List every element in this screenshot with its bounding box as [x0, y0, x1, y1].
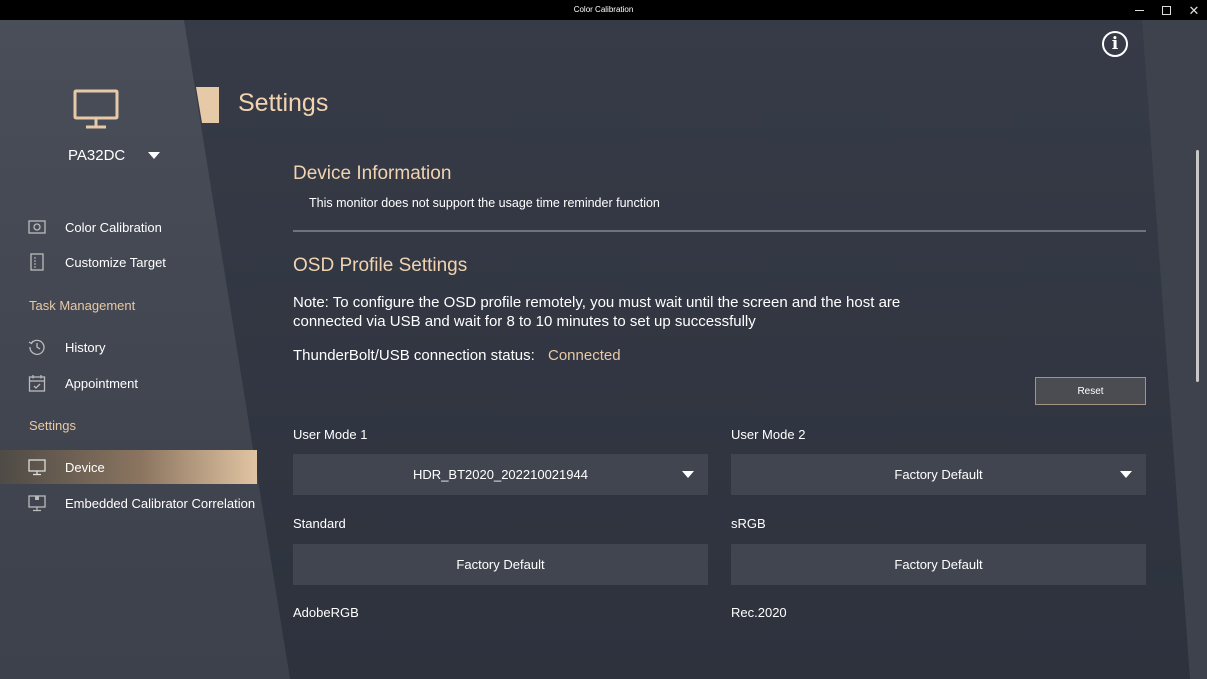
- scrollbar[interactable]: [1196, 150, 1199, 382]
- chevron-down-icon: [682, 471, 694, 478]
- close-button[interactable]: ✕: [1180, 0, 1207, 20]
- connection-status-value: Connected: [548, 347, 621, 364]
- info-icon[interactable]: i: [1102, 31, 1128, 57]
- chevron-down-icon[interactable]: [148, 152, 160, 159]
- adobergb-label: AdobeRGB: [293, 605, 359, 620]
- chevron-down-icon: [1120, 471, 1132, 478]
- calibrator-icon: [28, 495, 46, 512]
- sidebar-item-label: Device: [65, 459, 105, 475]
- sidebar-item-device[interactable]: Device: [0, 450, 257, 484]
- sidebar-item-label: Appointment: [65, 375, 138, 391]
- osd-note: Note: To configure the OSD profile remot…: [293, 294, 901, 330]
- sidebar-item-color-calibration[interactable]: Color Calibration: [0, 210, 257, 244]
- window-title: Color Calibration: [573, 5, 634, 14]
- srgb-label: sRGB: [731, 516, 766, 531]
- user-mode-1-label: User Mode 1: [293, 427, 368, 442]
- maximize-icon: [1161, 5, 1171, 15]
- calendar-icon: [28, 375, 46, 392]
- target-doc-icon: [30, 253, 44, 271]
- reset-button[interactable]: Reset: [1035, 377, 1146, 405]
- camera-icon: [28, 220, 46, 234]
- page-title: Settings: [238, 89, 329, 117]
- sidebar-item-label: History: [65, 339, 106, 355]
- srgb-field[interactable]: Factory Default: [731, 544, 1146, 585]
- user-mode-2-label: User Mode 2: [731, 427, 806, 442]
- close-icon: ✕: [1188, 2, 1200, 18]
- select-value: HDR_BT2020_202210021944: [413, 467, 588, 482]
- rec2020-label: Rec.2020: [731, 605, 787, 620]
- section-settings: Settings: [29, 418, 76, 433]
- field-value: Factory Default: [456, 557, 545, 572]
- sidebar-item-customize-target[interactable]: Customize Target: [0, 245, 257, 279]
- monitor-icon: [73, 89, 119, 129]
- sidebar-item-history[interactable]: History: [0, 330, 257, 364]
- device-info-message: This monitor does not support the usage …: [309, 196, 660, 210]
- maximize-button[interactable]: [1152, 0, 1180, 20]
- select-value: Factory Default: [894, 467, 983, 482]
- device-info-title: Device Information: [293, 163, 452, 184]
- connection-status-label: ThunderBolt/USB connection status:: [293, 347, 535, 364]
- sidebar-item-label: Customize Target: [65, 254, 166, 270]
- history-icon: [28, 339, 45, 355]
- standard-label: Standard: [293, 516, 346, 531]
- standard-field[interactable]: Factory Default: [293, 544, 708, 585]
- field-value: Factory Default: [894, 557, 983, 572]
- sidebar-item-appointment[interactable]: Appointment: [0, 366, 257, 400]
- minimize-icon: [1134, 9, 1144, 11]
- section-task-management: Task Management: [29, 298, 136, 313]
- user-mode-2-select[interactable]: Factory Default: [731, 454, 1146, 495]
- minimize-button[interactable]: [1125, 0, 1153, 20]
- divider: [293, 230, 1146, 232]
- user-mode-1-select[interactable]: HDR_BT2020_202210021944: [293, 454, 708, 495]
- title-bar: Color Calibration ✕: [0, 0, 1207, 20]
- device-selector-label[interactable]: PA32DC: [68, 147, 125, 164]
- monitor-icon: [28, 459, 46, 476]
- sidebar-item-label: Embedded Calibrator Correlation: [65, 495, 256, 511]
- sidebar-item-label: Color Calibration: [65, 219, 162, 235]
- sidebar-item-embedded-calibrator[interactable]: Embedded Calibrator Correlation: [0, 486, 270, 520]
- osd-profile-title: OSD Profile Settings: [293, 255, 468, 276]
